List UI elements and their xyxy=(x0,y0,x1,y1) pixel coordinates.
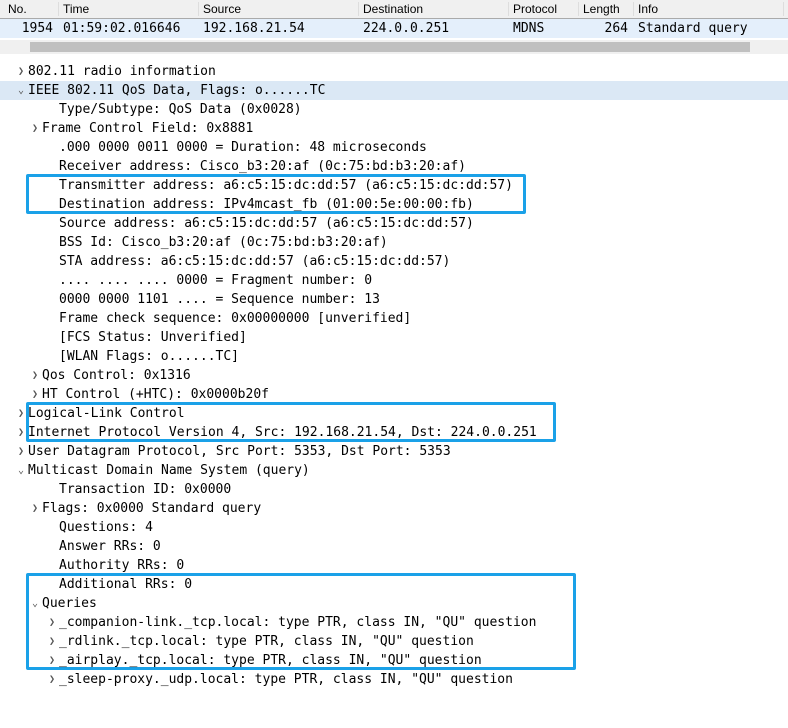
chevron-down-icon[interactable]: ⌄ xyxy=(14,81,28,100)
chevron-right-icon[interactable]: ❯ xyxy=(28,119,42,138)
chevron-right-icon[interactable]: ❯ xyxy=(45,632,59,651)
tree-query-0[interactable]: ❯_companion-link._tcp.local: type PTR, c… xyxy=(0,613,788,632)
ieee80211-label: IEEE 802.11 QoS Data, Flags: o......TC xyxy=(28,81,325,100)
tree-ht-ctl[interactable]: ❯HT Control (+HTC): 0x0000b20f xyxy=(0,385,788,404)
col-info[interactable]: Info xyxy=(634,2,784,16)
tree-transmitter[interactable]: Transmitter address: a6:c5:15:dc:dd:57 (… xyxy=(0,176,788,195)
radio-info-label: 802.11 radio information xyxy=(28,62,216,81)
tree-radio-info[interactable]: ❯ 802.11 radio information xyxy=(0,62,788,81)
tree-additional-rrs[interactable]: Additional RRs: 0 xyxy=(0,575,788,594)
tree-query-3[interactable]: ❯_sleep-proxy._udp.local: type PTR, clas… xyxy=(0,670,788,689)
col-time[interactable]: Time xyxy=(59,2,199,16)
chevron-right-icon[interactable]: ❯ xyxy=(14,62,28,81)
packet-info: Standard query xyxy=(634,21,784,36)
tree-src-addr[interactable]: Source address: a6:c5:15:dc:dd:57 (a6:c5… xyxy=(0,214,788,233)
tree-bssid[interactable]: BSS Id: Cisco_b3:20:af (0c:75:bd:b3:20:a… xyxy=(0,233,788,252)
tree-seq-no[interactable]: 0000 0000 1101 .... = Sequence number: 1… xyxy=(0,290,788,309)
tree-udp[interactable]: ❯ User Datagram Protocol, Src Port: 5353… xyxy=(0,442,788,461)
chevron-down-icon[interactable]: ⌄ xyxy=(28,594,42,613)
packet-list-hscroll[interactable] xyxy=(0,40,788,54)
col-no[interactable]: No. xyxy=(4,2,59,16)
chevron-right-icon[interactable]: ❯ xyxy=(45,670,59,689)
tree-frame-ctl[interactable]: ❯Frame Control Field: 0x8881 xyxy=(0,119,788,138)
packet-protocol: MDNS xyxy=(509,21,579,36)
tree-query-1[interactable]: ❯_rdlink._tcp.local: type PTR, class IN,… xyxy=(0,632,788,651)
tree-dest-addr[interactable]: Destination address: IPv4mcast_fb (01:00… xyxy=(0,195,788,214)
tree-qos-ctl[interactable]: ❯Qos Control: 0x1316 xyxy=(0,366,788,385)
col-protocol[interactable]: Protocol xyxy=(509,2,579,16)
tree-type-subtype[interactable]: Type/Subtype: QoS Data (0x0028) xyxy=(0,100,788,119)
tree-sta-addr[interactable]: STA address: a6:c5:15:dc:dd:57 (a6:c5:15… xyxy=(0,252,788,271)
chevron-right-icon[interactable]: ❯ xyxy=(45,613,59,632)
col-destination[interactable]: Destination xyxy=(359,2,509,16)
tree-queries[interactable]: ⌄ Queries xyxy=(0,594,788,613)
packet-no: 1954 xyxy=(4,21,59,36)
packet-source: 192.168.21.54 xyxy=(199,21,359,36)
chevron-right-icon[interactable]: ❯ xyxy=(28,366,42,385)
tree-duration[interactable]: .000 0000 0011 0000 = Duration: 48 micro… xyxy=(0,138,788,157)
packet-details-tree: ❯ 802.11 radio information ⌄ IEEE 802.11… xyxy=(0,60,788,697)
chevron-right-icon[interactable]: ❯ xyxy=(14,404,28,423)
packet-list-header: No. Time Source Destination Protocol Len… xyxy=(0,0,788,19)
chevron-right-icon[interactable]: ❯ xyxy=(28,499,42,518)
tree-llc[interactable]: ❯ Logical-Link Control xyxy=(0,404,788,423)
chevron-right-icon[interactable]: ❯ xyxy=(45,651,59,670)
tree-authority-rrs[interactable]: Authority RRs: 0 xyxy=(0,556,788,575)
tree-mdns[interactable]: ⌄ Multicast Domain Name System (query) xyxy=(0,461,788,480)
tree-fcs-status[interactable]: [FCS Status: Unverified] xyxy=(0,328,788,347)
tree-txid[interactable]: Transaction ID: 0x0000 xyxy=(0,480,788,499)
chevron-right-icon[interactable]: ❯ xyxy=(14,442,28,461)
tree-ieee80211[interactable]: ⌄ IEEE 802.11 QoS Data, Flags: o......TC xyxy=(0,81,788,100)
tree-ip[interactable]: ❯ Internet Protocol Version 4, Src: 192.… xyxy=(0,423,788,442)
tree-questions[interactable]: Questions: 4 xyxy=(0,518,788,537)
col-length[interactable]: Length xyxy=(579,2,634,16)
col-source[interactable]: Source xyxy=(199,2,359,16)
tree-frag-no[interactable]: .... .... .... 0000 = Fragment number: 0 xyxy=(0,271,788,290)
tree-receiver[interactable]: Receiver address: Cisco_b3:20:af (0c:75:… xyxy=(0,157,788,176)
tree-answer-rrs[interactable]: Answer RRs: 0 xyxy=(0,537,788,556)
tree-wlan-flags[interactable]: [WLAN Flags: o......TC] xyxy=(0,347,788,366)
chevron-down-icon[interactable]: ⌄ xyxy=(14,461,28,480)
chevron-right-icon[interactable]: ❯ xyxy=(14,423,28,442)
packet-destination: 224.0.0.251 xyxy=(359,21,509,36)
chevron-right-icon[interactable]: ❯ xyxy=(28,385,42,404)
tree-query-2[interactable]: ❯_airplay._tcp.local: type PTR, class IN… xyxy=(0,651,788,670)
tree-fcs[interactable]: Frame check sequence: 0x00000000 [unveri… xyxy=(0,309,788,328)
packet-time: 01:59:02.016646 xyxy=(59,21,199,36)
tree-mdns-flags[interactable]: ❯Flags: 0x0000 Standard query xyxy=(0,499,788,518)
packet-length: 264 xyxy=(579,21,634,36)
packet-row[interactable]: 1954 01:59:02.016646 192.168.21.54 224.0… xyxy=(0,19,788,38)
